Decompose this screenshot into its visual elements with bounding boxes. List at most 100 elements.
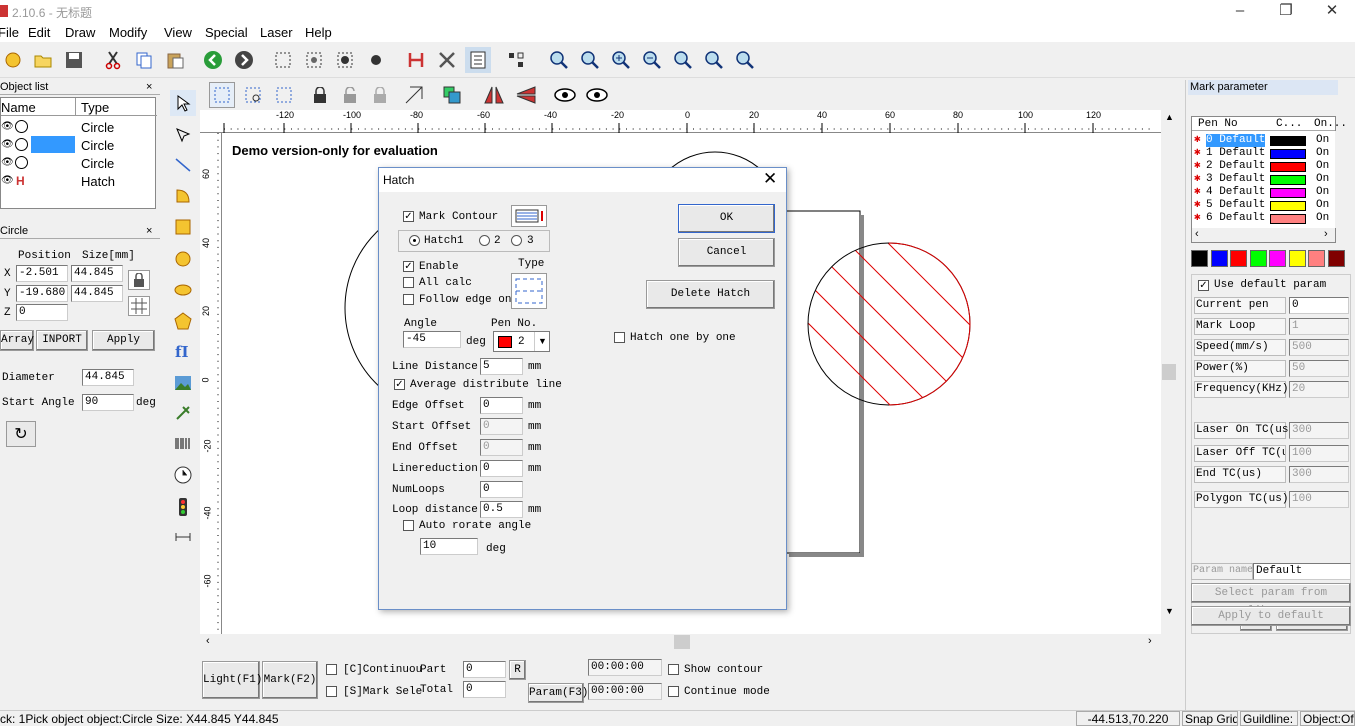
hatch-icon[interactable] <box>403 47 429 73</box>
selected-name-cell[interactable] <box>31 136 75 153</box>
z-position-input[interactable]: 0 <box>16 304 68 321</box>
hatch1-radio[interactable] <box>409 235 420 246</box>
scroll-up-icon[interactable]: ▲ <box>1165 112 1174 122</box>
select-all-icon[interactable] <box>271 82 297 108</box>
col-pen-no[interactable]: Pen No <box>1198 118 1238 130</box>
node-icon[interactable] <box>503 47 529 73</box>
rectangle-icon[interactable] <box>170 214 196 240</box>
x-size-input[interactable]: 44.845 <box>71 265 123 282</box>
vertical-scrollbar[interactable]: ▲ ▼ <box>1161 110 1177 634</box>
scroll-right-icon[interactable]: › <box>1148 635 1152 647</box>
combine-icon[interactable] <box>332 47 358 73</box>
eye-icon[interactable]: 👁 <box>1 139 14 150</box>
list-item[interactable]: 👁 H Hatch <box>1 172 157 190</box>
col-name[interactable]: Name <box>1 100 36 115</box>
mark-contour-checkbox[interactable]: ✓ <box>403 211 414 222</box>
apply-to-default-button[interactable]: Apply to default <box>1191 606 1351 626</box>
hatch-type-icon[interactable] <box>511 273 547 309</box>
tools-icon[interactable] <box>434 47 460 73</box>
zoom-selected-icon[interactable] <box>701 47 727 73</box>
line-distance-input[interactable]: 5 <box>480 358 523 375</box>
paste-icon[interactable] <box>162 47 188 73</box>
curve-icon[interactable] <box>170 182 196 208</box>
end-offset-input[interactable]: 0 <box>480 439 523 456</box>
zoom-in-icon[interactable] <box>608 47 634 73</box>
copy-icon[interactable] <box>131 47 157 73</box>
hatch2-radio[interactable] <box>479 235 490 246</box>
zoom-out-icon[interactable] <box>639 47 665 73</box>
object-snap-toggle[interactable]: Object:Of <box>1300 711 1355 726</box>
list-item[interactable]: 👁 Circle <box>1 154 157 172</box>
show-contour-checkbox[interactable] <box>668 664 679 675</box>
menu-special[interactable]: Special <box>205 25 248 40</box>
cut-icon[interactable] <box>100 47 126 73</box>
total-input[interactable]: 0 <box>463 681 506 698</box>
pen-no-select[interactable]: 2 ▼ <box>493 331 550 352</box>
current-pen-input[interactable]: 0 <box>1289 297 1349 314</box>
show-eye-icon[interactable] <box>552 82 578 108</box>
delete-hatch-button[interactable]: Delete Hatch <box>646 280 775 309</box>
pen-list-scrollbar[interactable]: ‹ › <box>1192 228 1335 242</box>
pen-row[interactable]: ✱ 1 Default On <box>1194 147 1344 160</box>
import-button[interactable]: INPORT <box>36 330 88 351</box>
scroll-down-icon[interactable]: ▼ <box>1165 606 1174 616</box>
palette-color[interactable] <box>1308 250 1325 267</box>
select-box-icon[interactable] <box>209 82 235 108</box>
col-color[interactable]: C... <box>1276 118 1302 130</box>
x-position-input[interactable]: -2.501 <box>16 265 68 282</box>
palette-color[interactable] <box>1249 250 1267 267</box>
hatch-one-by-one-checkbox[interactable] <box>614 332 625 343</box>
eye-icon[interactable]: 👁 <box>1 157 14 168</box>
scroll-left-icon[interactable]: ‹ <box>1195 228 1199 240</box>
anchor-grid-icon[interactable] <box>128 296 150 316</box>
palette-color[interactable] <box>1191 250 1208 267</box>
palette-color[interactable] <box>1230 250 1247 267</box>
cancel-button[interactable]: Cancel <box>678 238 775 267</box>
power-input[interactable]: 50 <box>1289 360 1349 377</box>
offset-icon[interactable] <box>439 82 465 108</box>
start-angle-input[interactable]: 90 <box>82 394 134 411</box>
light-button[interactable]: Light(F1) <box>202 661 262 699</box>
linereduction-input[interactable]: 0 <box>480 460 523 477</box>
average-distribute-checkbox[interactable]: ✓ <box>394 379 405 390</box>
forward-icon[interactable] <box>231 47 257 73</box>
enable-checkbox[interactable]: ✓ <box>403 261 414 272</box>
angle-input[interactable]: -45 <box>403 331 461 348</box>
menu-draw[interactable]: Draw <box>65 25 95 40</box>
zoom-icon[interactable] <box>546 47 572 73</box>
list-item[interactable]: 👁 Circle <box>1 118 157 136</box>
polygon-icon[interactable] <box>170 308 196 334</box>
select-group-icon[interactable] <box>270 47 296 73</box>
contour-pattern-icon[interactable] <box>511 205 547 227</box>
delay-icon[interactable] <box>170 524 196 550</box>
eye-icon[interactable]: 👁 <box>1 121 14 132</box>
palette-color[interactable] <box>1210 250 1228 267</box>
restore-button[interactable]: ❐ <box>1263 0 1309 24</box>
show-all-eye-icon[interactable] <box>584 82 610 108</box>
start-offset-input[interactable]: 0 <box>480 418 523 435</box>
ok-button[interactable]: OK <box>678 204 775 233</box>
select-param-library-button[interactable]: Select param from library <box>1191 583 1351 617</box>
follow-edge-checkbox[interactable] <box>403 294 414 305</box>
polygon-tc-input[interactable]: 100 <box>1289 491 1349 508</box>
bitmap-icon[interactable] <box>170 370 196 396</box>
col-type[interactable]: Type <box>81 100 109 115</box>
palette-color[interactable] <box>1327 250 1345 267</box>
align-icon[interactable] <box>401 82 427 108</box>
laser-on-input[interactable]: 300 <box>1289 422 1349 439</box>
menu-help[interactable]: Help <box>305 25 332 40</box>
close-icon[interactable]: × <box>146 80 152 94</box>
all-calc-checkbox[interactable] <box>403 277 414 288</box>
scroll-left-icon[interactable]: ‹ <box>206 635 210 647</box>
palette-color[interactable] <box>1269 250 1286 267</box>
laser-off-input[interactable]: 100 <box>1289 445 1349 462</box>
chevron-down-icon[interactable]: ▼ <box>534 332 550 351</box>
snap-grid-toggle[interactable]: Snap Grid <box>1182 711 1238 726</box>
part-input[interactable]: 0 <box>463 661 506 678</box>
guideline-toggle[interactable]: Guildline: <box>1240 711 1298 726</box>
y-position-input[interactable]: -19.680 <box>16 285 68 302</box>
scroll-thumb[interactable] <box>1162 364 1176 380</box>
uncombine-icon[interactable] <box>363 47 389 73</box>
unlock-all-icon[interactable] <box>367 82 393 108</box>
numloops-input[interactable]: 0 <box>480 481 523 498</box>
